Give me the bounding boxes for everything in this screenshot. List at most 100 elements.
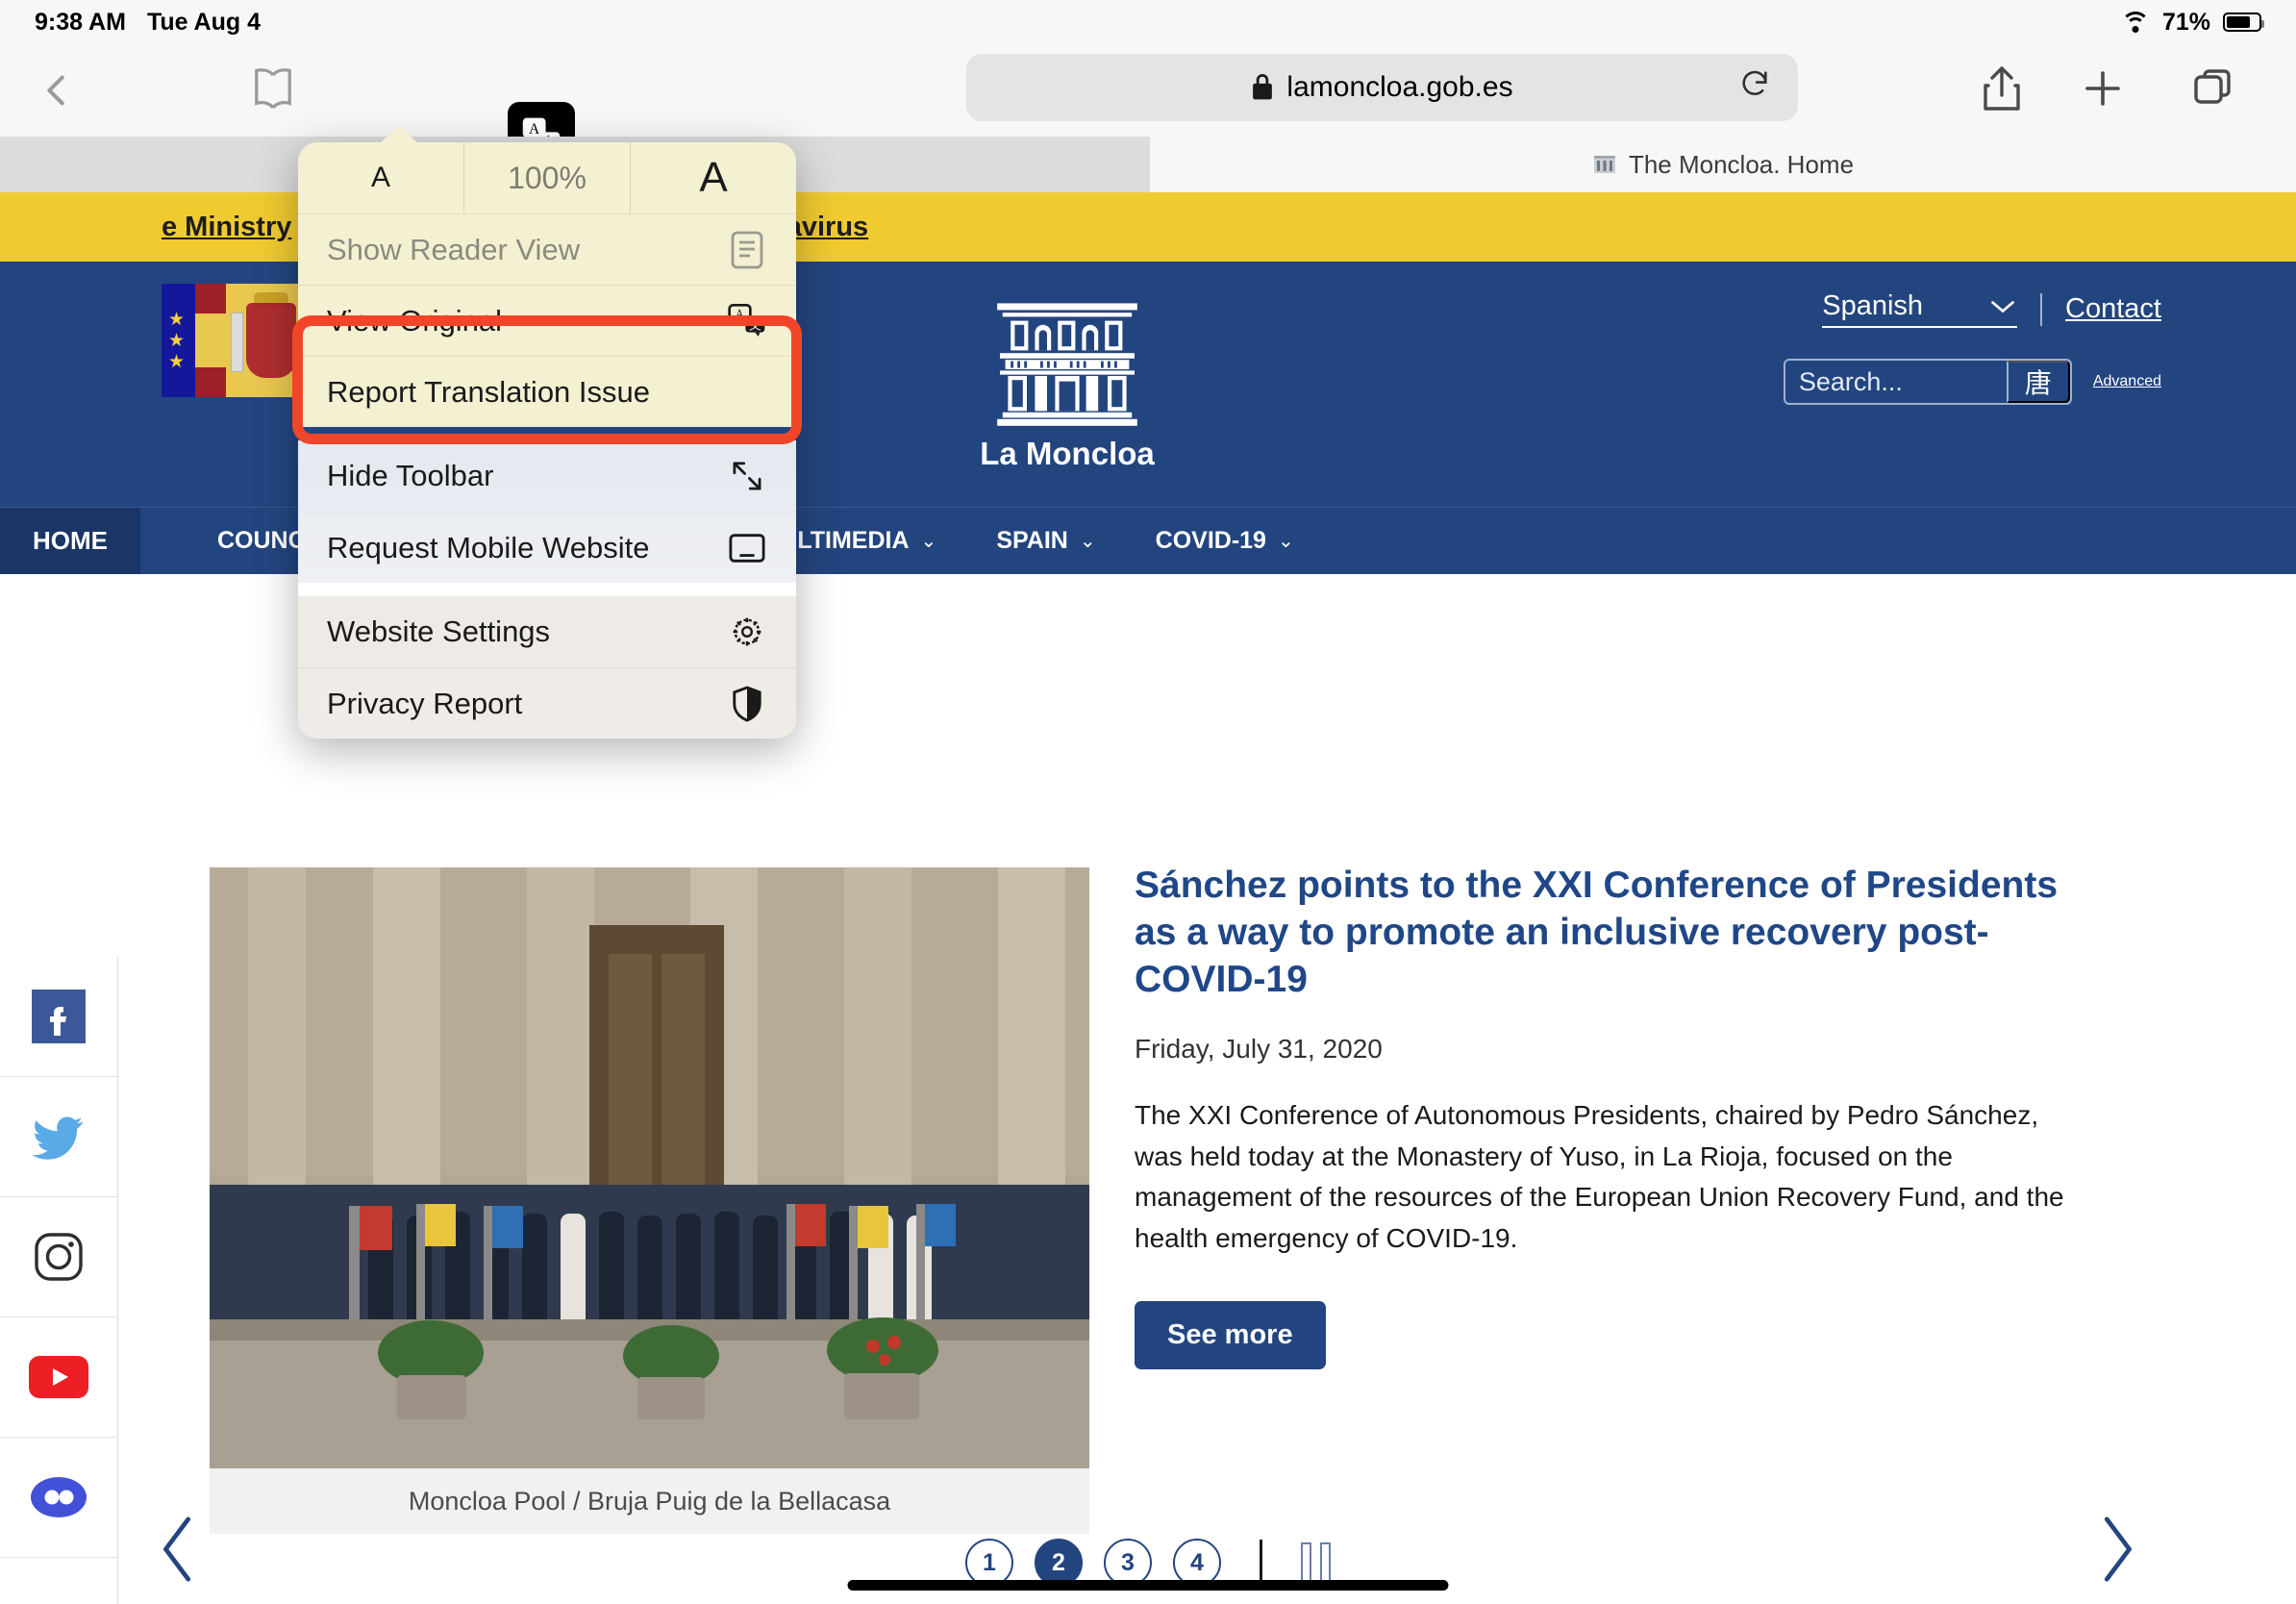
menu-item-website-settings[interactable]: Website Settings [298,596,796,667]
svg-text:文: 文 [749,317,761,332]
status-date: Tue Aug 4 [147,9,261,37]
nav-item-covid19[interactable]: COVID-19 ⌄ [1156,527,1294,555]
facebook-icon [32,990,86,1043]
language-selector[interactable]: Spanish [1822,290,2017,328]
battery-icon [2223,13,2261,32]
chevron-down-icon: ⌄ [1278,529,1294,553]
expand-arrows-icon [727,456,767,496]
popover-settings-group: Website Settings Privacy Report [298,596,796,739]
menu-label: Hide Toolbar [327,459,493,493]
menu-item-show-reader-view[interactable]: Show Reader View [298,213,796,285]
share-button[interactable] [1981,64,2023,117]
menu-label: Request Mobile Website [327,531,649,565]
ios-status-bar: 9:38 AM Tue Aug 4 71% [0,0,2296,44]
chevron-down-icon: ⌄ [1080,529,1096,553]
rss-icon [34,1592,84,1604]
bookmarks-button[interactable] [248,67,298,114]
social-link-youtube[interactable] [0,1317,117,1438]
see-more-button[interactable]: See more [1135,1301,1326,1369]
menu-label: Report Translation Issue [327,375,650,410]
social-media-rail [0,957,118,1604]
status-bar-left: 9:38 AM Tue Aug 4 [35,9,261,37]
search-submit-button[interactable]: 唐 [2007,361,2070,403]
new-tab-button[interactable] [2082,67,2124,114]
language-value: Spanish [1822,290,1923,322]
moncloa-logo[interactable]: La Moncloa [971,295,1163,472]
menu-label: Show Reader View [327,233,580,267]
social-link-twitter[interactable] [0,1077,117,1197]
twitter-icon [32,1114,86,1160]
popover-view-group: Hide Toolbar Request Mobile Website [298,440,796,583]
tab-moncloa-home[interactable]: The Moncloa. Home [1150,137,2296,192]
contact-link[interactable]: Contact [2065,293,2161,325]
popover-zoom-group: A 100% A Show Reader View [298,142,796,285]
hero-image-caption: Moncloa Pool / Bruja Puig de la Bellacas… [210,1468,1089,1534]
article-title[interactable]: Sánchez points to the XXI Conference of … [1135,863,2086,1003]
pause-icon [1301,1542,1311,1583]
youtube-icon [29,1356,88,1398]
search-box[interactable]: 唐 [1784,359,2072,405]
instagram-icon [32,1230,86,1284]
alert-strip-left-text: e Ministry [162,212,291,243]
ipad-safari-screen: 9:38 AM Tue Aug 4 71% [0,0,2296,1604]
header-divider [2040,293,2042,326]
address-bar[interactable]: lamoncloa.gob.es [966,54,1798,121]
nav-label: SPAIN [996,527,1068,555]
menu-label: Website Settings [327,614,550,649]
social-link-facebook[interactable] [0,957,117,1077]
zoom-out-button[interactable]: A [298,142,463,213]
back-chevron-icon [35,68,79,113]
menu-item-request-mobile-website[interactable]: Request Mobile Website [298,512,796,583]
featured-article: Sánchez points to the XXI Conference of … [1135,863,2086,1369]
status-bar-right: 71% [2121,9,2261,37]
menu-item-privacy-report[interactable]: Privacy Report [298,667,796,739]
battery-percent-label: 71% [2162,9,2210,37]
home-indicator [848,1580,1449,1591]
moncloa-logo-text: La Moncloa [971,436,1163,472]
share-icon [1981,64,2023,113]
hero-photo [210,867,1089,1468]
tab-overview-icon [2192,67,2234,110]
hero-image[interactable] [210,867,1089,1468]
menu-label: View Original [327,304,502,338]
menu-item-report-translation-issue[interactable]: Report Translation Issue [298,356,796,427]
search-input[interactable] [1785,361,2007,403]
back-button[interactable] [35,68,79,113]
plus-icon [2082,67,2124,110]
chevron-down-icon: ⌄ [921,529,937,553]
reload-icon [1738,67,1771,100]
book-icon [248,67,298,110]
zoom-in-button[interactable]: A [631,142,796,213]
safari-page-settings-popover: A 100% A Show Reader View View O [298,142,796,739]
carousel-pause-button[interactable] [1301,1542,1331,1583]
pager-divider [1260,1540,1262,1586]
article-lead: The XXI Conference of Autonomous Preside… [1135,1095,2086,1259]
lock-icon [1251,74,1274,101]
menu-item-hide-toolbar[interactable]: Hide Toolbar [298,440,796,512]
nav-item-home[interactable]: HOME [0,508,140,575]
advanced-search-link[interactable]: Advanced [2093,373,2161,390]
header-utilities: Spanish Contact 唐 Advanced [1784,290,2161,405]
shield-icon [727,684,767,724]
status-time: 9:38 AM [35,9,126,37]
menu-item-view-original[interactable]: View Original A 文 [298,285,796,356]
flickr-icon [31,1477,87,1517]
social-link-instagram[interactable] [0,1197,117,1317]
nav-item-spain[interactable]: SPAIN ⌄ [996,527,1095,555]
zoom-level-label[interactable]: 100% [464,142,630,213]
translate-icon: A 文 [727,301,767,341]
nav-label: COVID-19 [1156,527,1266,555]
tab-overview-button[interactable] [2192,67,2234,114]
article-date: Friday, July 31, 2020 [1135,1034,2086,1065]
reload-button[interactable] [1738,67,1771,108]
moncloa-building-icon [986,295,1149,430]
tab-title: The Moncloa. Home [1629,150,1854,180]
tab-favicon-icon [1592,152,1617,177]
wifi-icon [2121,12,2150,33]
mobile-window-icon [727,528,767,568]
chevron-down-icon [1988,298,2017,315]
popover-translation-group: View Original A 文 Report Translation Iss… [298,285,796,427]
url-text: lamoncloa.gob.es [1286,71,1512,104]
gear-icon [727,612,767,652]
menu-label: Privacy Report [327,687,522,721]
